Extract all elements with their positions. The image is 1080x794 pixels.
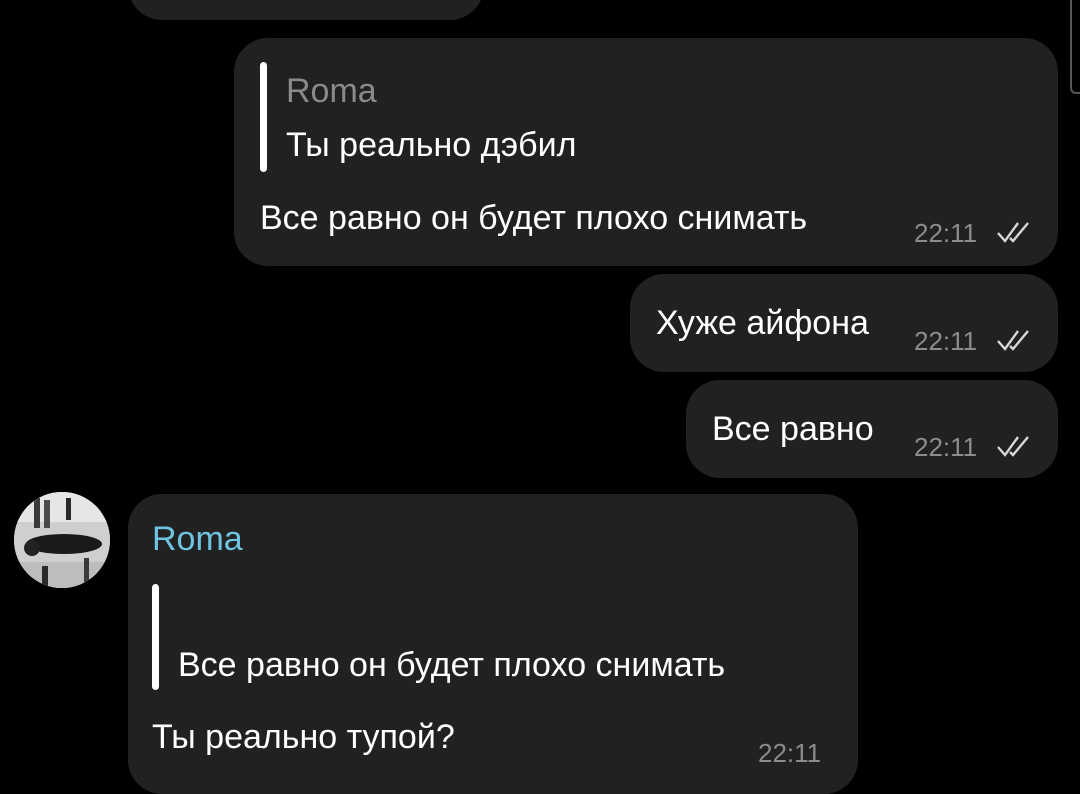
double-check-icon	[997, 330, 1029, 351]
message-time: 22:11	[914, 218, 978, 248]
avatar[interactable]	[14, 492, 110, 588]
message-text: Ты реально тупой?	[152, 718, 455, 756]
reply-quote-bar	[260, 62, 267, 172]
outgoing-message-1[interactable]: Roma Ты реально дэбил Все равно он будет…	[234, 38, 1058, 266]
reply-quote-text: Ты реально дэбил	[286, 126, 577, 164]
reply-quote-text: Все равно он будет плохо снимать	[178, 646, 726, 684]
message-text: Все равно он будет плохо снимать	[260, 199, 808, 237]
previous-message-bubble[interactable]	[128, 0, 484, 20]
avatar-photo-icon	[14, 492, 110, 588]
message-text: Хуже айфона	[656, 304, 869, 342]
message-time: 22:11	[914, 432, 978, 462]
outgoing-message-2[interactable]: Хуже айфона 22:11	[630, 274, 1058, 372]
message-text: Все равно	[712, 410, 874, 448]
reply-quote-name: Roma	[286, 72, 377, 110]
outgoing-message-3[interactable]: Все равно 22:11	[686, 380, 1058, 478]
double-check-icon	[997, 436, 1029, 457]
scroll-indicator[interactable]	[1070, 0, 1080, 94]
message-time: 22:11	[758, 738, 822, 768]
message-time: 22:11	[914, 326, 978, 356]
reply-quote-bar	[152, 584, 159, 690]
double-check-icon	[997, 222, 1029, 243]
sender-name[interactable]: Roma	[152, 520, 243, 559]
incoming-message-1[interactable]: Roma Все равно он будет плохо снимать Ты…	[128, 494, 858, 794]
